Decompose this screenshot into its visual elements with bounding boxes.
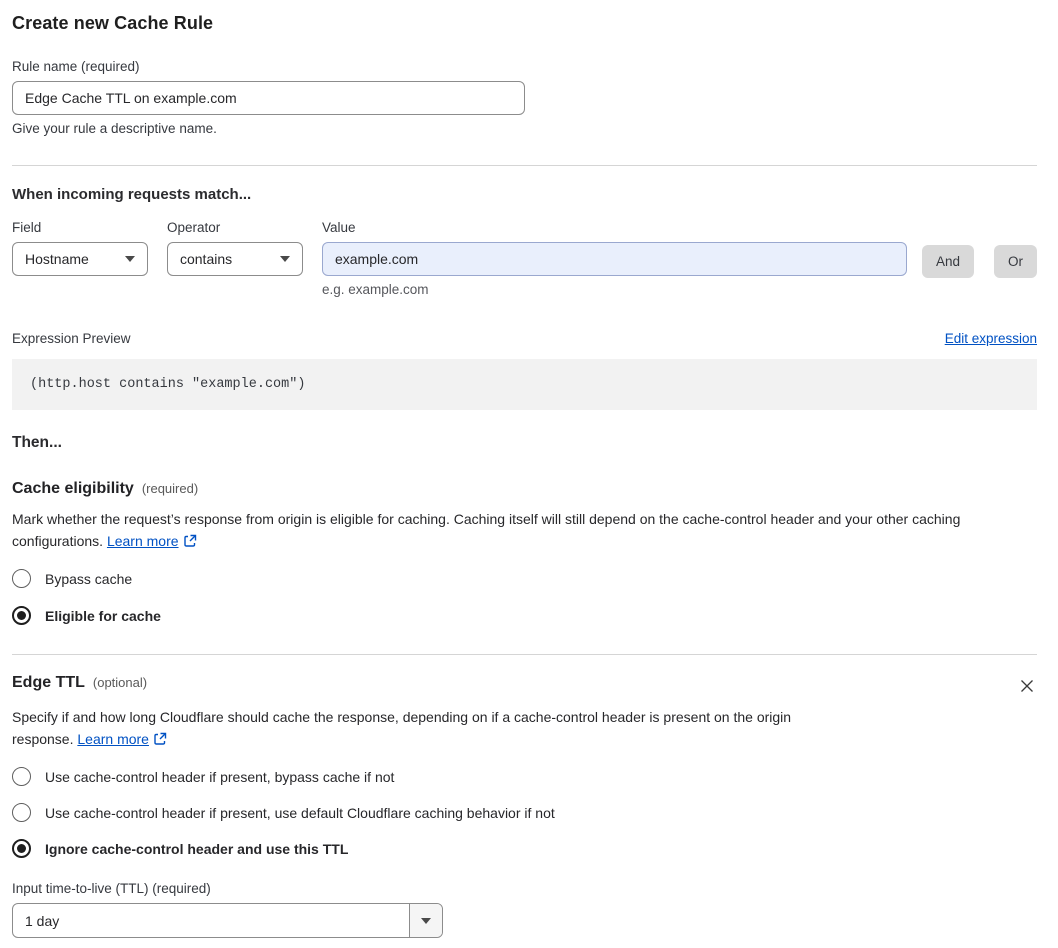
radio-label: Ignore cache-control header and use this… — [45, 840, 349, 857]
field-select[interactable]: Hostname — [12, 242, 148, 276]
radio-option-use-header-bypass[interactable]: Use cache-control header if present, byp… — [12, 767, 1037, 786]
match-row: Field Hostname Operator contains Value e… — [12, 220, 1037, 297]
chevron-down-icon — [279, 256, 290, 262]
and-button[interactable]: And — [921, 245, 974, 278]
value-column: Value e.g. example.com — [321, 220, 907, 297]
rule-name-helper: Give your rule a descriptive name. — [12, 121, 217, 136]
ttl-input-group: Input time-to-live (TTL) (required) 1 da… — [12, 881, 1037, 938]
field-label: Field — [12, 220, 42, 235]
radio-icon — [12, 803, 31, 822]
cache-eligibility-heading: Cache eligibility — [12, 480, 134, 497]
external-link-icon — [154, 732, 167, 745]
radio-label: Use cache-control header if present, byp… — [45, 768, 395, 785]
cache-eligibility-qualifier: (required) — [141, 481, 199, 496]
operator-select[interactable]: contains — [166, 242, 303, 276]
edge-ttl-qualifier: (optional) — [92, 675, 148, 690]
or-button[interactable]: Or — [994, 245, 1037, 278]
cache-eligibility-header: Cache eligibility (required) — [12, 480, 1037, 498]
expression-code: (http.host contains "example.com") — [12, 359, 1037, 410]
ttl-combobox[interactable]: 1 day — [12, 903, 443, 938]
edge-ttl-header: Edge TTL (optional) — [12, 674, 147, 692]
operator-label: Operator — [166, 220, 221, 235]
edge-ttl-options: Use cache-control header if present, byp… — [12, 767, 1037, 858]
value-helper: e.g. example.com — [321, 282, 429, 297]
external-link-icon — [183, 534, 196, 547]
value-label: Value — [321, 220, 356, 235]
learn-more-link[interactable]: Learn more — [107, 533, 179, 549]
radio-selected-icon — [12, 839, 31, 858]
ttl-dropdown-button[interactable] — [409, 904, 442, 937]
divider — [12, 165, 1037, 166]
cache-eligibility-options: Bypass cache Eligible for cache — [12, 569, 1037, 625]
learn-more-link[interactable]: Learn more — [77, 731, 149, 747]
edge-ttl-header-row: Edge TTL (optional) — [12, 674, 1037, 696]
radio-option-bypass-cache[interactable]: Bypass cache — [12, 569, 1037, 588]
close-icon[interactable] — [1017, 676, 1037, 696]
operator-select-value: contains — [179, 251, 233, 267]
operator-column: Operator contains — [166, 220, 303, 276]
radio-icon — [12, 569, 31, 588]
rule-name-group: Rule name (required) Give your rule a de… — [12, 59, 1037, 136]
edge-ttl-description: Specify if and how long Cloudflare shoul… — [12, 707, 847, 750]
value-input[interactable] — [321, 242, 907, 276]
cache-eligibility-section: Cache eligibility (required) Mark whethe… — [12, 480, 1037, 625]
edge-ttl-heading: Edge TTL — [12, 674, 85, 691]
rule-name-label: Rule name (required) — [12, 59, 140, 74]
field-column: Field Hostname — [12, 220, 148, 276]
divider — [12, 654, 1037, 655]
radio-option-eligible-for-cache[interactable]: Eligible for cache — [12, 606, 1037, 625]
radio-label: Eligible for cache — [45, 607, 161, 624]
expression-preview-label: Expression Preview — [12, 331, 131, 346]
radio-label: Use cache-control header if present, use… — [45, 804, 555, 821]
radio-selected-icon — [12, 606, 31, 625]
edit-expression-link[interactable]: Edit expression — [945, 331, 1037, 346]
chevron-down-icon — [124, 256, 135, 262]
radio-option-ignore-header-use-ttl[interactable]: Ignore cache-control header and use this… — [12, 839, 1037, 858]
match-heading: When incoming requests match... — [12, 186, 252, 203]
cache-eligibility-description: Mark whether the request’s response from… — [12, 509, 1037, 552]
radio-option-use-header-default[interactable]: Use cache-control header if present, use… — [12, 803, 1037, 822]
expression-preview-header: Expression Preview Edit expression — [12, 331, 1037, 346]
field-select-value: Hostname — [25, 251, 89, 267]
radio-icon — [12, 767, 31, 786]
chevron-down-icon — [421, 917, 431, 924]
page-title: Create new Cache Rule — [12, 13, 214, 33]
ttl-value: 1 day — [25, 912, 60, 929]
then-heading: Then... — [12, 434, 62, 451]
radio-label: Bypass cache — [45, 570, 133, 587]
rule-name-input[interactable] — [12, 81, 525, 115]
create-cache-rule-form: Create new Cache Rule Rule name (require… — [0, 0, 1058, 948]
edge-ttl-section: Edge TTL (optional) Specify if and how l… — [12, 674, 1037, 938]
ttl-label: Input time-to-live (TTL) (required) — [12, 881, 211, 896]
